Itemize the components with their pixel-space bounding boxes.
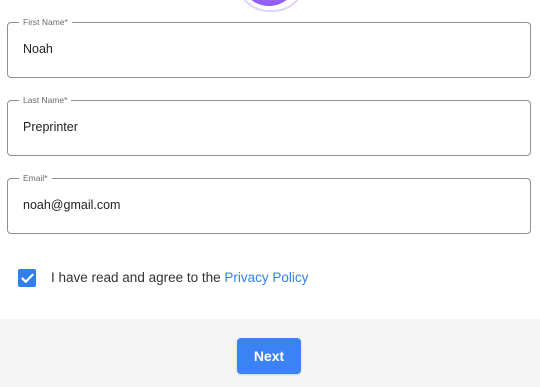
form-footer: Next bbox=[0, 319, 540, 387]
registration-page: First Name* Last Name* Email* I have rea… bbox=[0, 0, 540, 387]
last-name-input[interactable] bbox=[23, 119, 513, 135]
email-label: Email* bbox=[19, 172, 52, 184]
last-name-field[interactable]: Last Name* bbox=[7, 94, 531, 156]
last-name-label: Last Name* bbox=[19, 94, 72, 106]
privacy-checkbox[interactable] bbox=[18, 269, 36, 287]
privacy-policy-link[interactable]: Privacy Policy bbox=[224, 270, 308, 285]
email-input[interactable] bbox=[23, 197, 513, 213]
first-name-field[interactable]: First Name* bbox=[7, 16, 531, 78]
next-button[interactable]: Next bbox=[237, 338, 301, 374]
consent-text: I have read and agree to the Privacy Pol… bbox=[51, 269, 308, 287]
first-name-label: First Name* bbox=[19, 16, 72, 28]
checkmark-icon bbox=[20, 273, 34, 283]
email-field[interactable]: Email* bbox=[7, 172, 531, 234]
first-name-input[interactable] bbox=[23, 41, 513, 57]
privacy-consent: I have read and agree to the Privacy Pol… bbox=[18, 269, 308, 287]
avatar bbox=[236, 0, 306, 12]
consent-label: I have read and agree to the bbox=[51, 270, 225, 285]
